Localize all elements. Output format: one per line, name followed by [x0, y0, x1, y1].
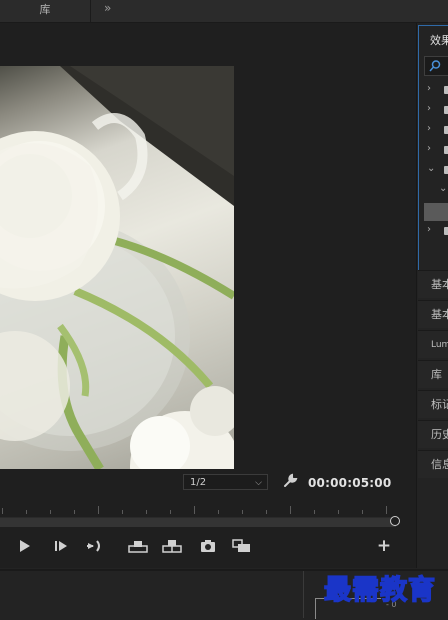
chevron-right-icon: ›	[427, 123, 431, 134]
folder-icon	[444, 86, 448, 94]
chevron-down-icon: ⌄	[439, 183, 448, 194]
panel-tab-info[interactable]: 信息	[418, 450, 448, 478]
folder-icon	[444, 227, 448, 235]
chevron-right-icon: ›	[427, 143, 431, 154]
effects-panel-title[interactable]: 效果	[430, 32, 448, 48]
wrench-icon[interactable]	[282, 473, 298, 493]
effects-panel: 效果 › › › › ⌄ ⌄ ›	[418, 25, 448, 271]
effects-selected-item[interactable]	[424, 203, 448, 221]
time-ruler[interactable]	[0, 500, 400, 514]
search-icon	[429, 60, 441, 72]
playhead-handle[interactable]	[390, 516, 400, 526]
multi-camera-icon[interactable]	[231, 537, 253, 555]
tab-library[interactable]: 库	[0, 0, 91, 22]
scrub-bar[interactable]	[0, 517, 396, 527]
folder-icon	[444, 126, 448, 134]
panel-tab-history[interactable]: 历史	[418, 420, 448, 448]
panel-tab-basic-2[interactable]: 基本	[418, 300, 448, 328]
chevron-right-icon: ›	[427, 83, 431, 94]
step-forward-icon[interactable]	[50, 537, 72, 555]
effects-folder-row[interactable]: ›	[419, 101, 448, 121]
add-button[interactable]: +	[373, 536, 395, 556]
effects-search-input[interactable]	[424, 56, 448, 76]
panel-tab-markers[interactable]: 标记	[418, 390, 448, 418]
effects-folder-row[interactable]: ›	[419, 141, 448, 161]
folder-icon	[444, 106, 448, 114]
resolution-value: 1/2	[190, 477, 207, 488]
panel-tab-basic-1[interactable]: 基本	[418, 270, 448, 298]
folder-icon	[444, 146, 448, 154]
effects-folder-row[interactable]: ›	[419, 121, 448, 141]
panel-tab-libraries[interactable]: 库	[418, 360, 448, 388]
effects-folder-row[interactable]: ›	[419, 81, 448, 101]
go-to-out-icon[interactable]	[84, 537, 106, 555]
chevron-right-icon: ›	[427, 103, 431, 114]
camera-icon[interactable]	[197, 537, 219, 555]
play-icon[interactable]	[14, 537, 36, 555]
video-preview	[0, 66, 234, 469]
watermark-text: 最需教育	[323, 574, 436, 607]
effects-folder-row[interactable]: ⌄	[419, 161, 448, 181]
panel-divider[interactable]	[303, 571, 304, 618]
tab-overflow-icon[interactable]: »	[104, 1, 111, 15]
chevron-right-icon: ›	[427, 224, 431, 235]
folder-icon	[444, 166, 448, 174]
panel-tab-lumetri[interactable]: Lumetri	[418, 330, 448, 358]
chevron-down-icon: ⌵	[255, 478, 262, 488]
effects-subfolder-row[interactable]: ⌄	[419, 181, 448, 201]
playhead-timecode[interactable]: 00:00:05:00	[308, 476, 391, 490]
playback-resolution-select[interactable]: 1/2 ⌵	[183, 474, 268, 490]
chevron-down-icon: ⌄	[427, 163, 436, 174]
effects-folder-row[interactable]: ›	[419, 222, 448, 242]
extract-icon[interactable]	[161, 537, 183, 555]
lift-icon[interactable]	[127, 537, 149, 555]
